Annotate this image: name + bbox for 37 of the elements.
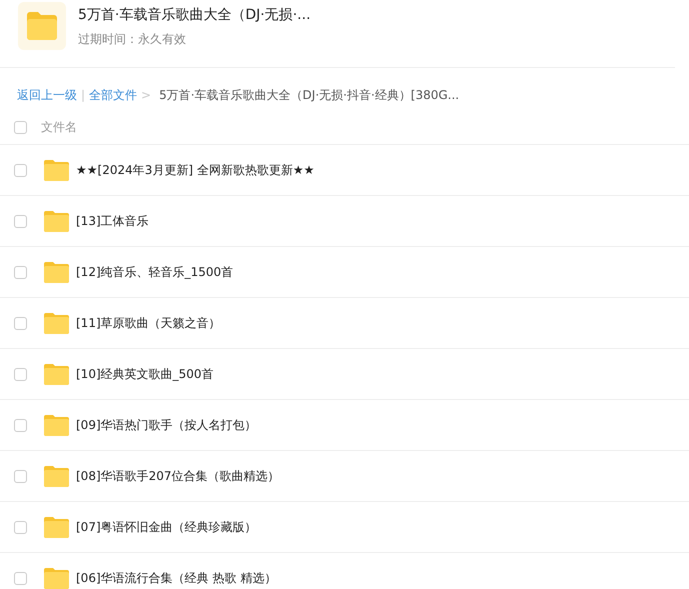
row-checkbox[interactable] [14, 316, 27, 330]
row-checkbox[interactable] [14, 418, 27, 432]
row-checkbox[interactable] [14, 266, 27, 278]
folder-name[interactable]: [09]华语热门歌手（按人名打包） [76, 416, 257, 434]
row-checkbox[interactable] [14, 572, 27, 584]
folder-name[interactable]: [10]经典英文歌曲_500首 [76, 365, 214, 383]
row-checkbox[interactable] [14, 470, 27, 482]
folder-icon [44, 261, 69, 283]
select-all-checkbox[interactable] [14, 120, 27, 134]
folder-icon [44, 414, 69, 436]
folder-icon [44, 465, 69, 487]
breadcrumb-arrow: > [141, 87, 152, 104]
row-checkbox[interactable] [14, 164, 27, 176]
current-folder-text: 5万首·车载音乐歌曲大全（DJ·无损·抖音·经典）[380G... [159, 87, 460, 104]
folder-icon [44, 159, 69, 181]
folder-name[interactable]: ★★[2024年3月更新] 全网新歌热歌更新★★ [76, 161, 314, 179]
share-title: 5万首·车载音乐歌曲大全（DJ·无损·... [78, 8, 311, 22]
separator-text: | [81, 87, 86, 104]
folder-icon [44, 210, 69, 232]
folder-name[interactable]: [07]粤语怀旧金曲（经典珍藏版） [76, 518, 257, 536]
folder-icon [44, 567, 69, 589]
folder-name[interactable]: [08]华语歌手207位合集（歌曲精选） [76, 467, 280, 485]
folder-name[interactable]: [13]工体音乐 [76, 212, 149, 230]
folder-name[interactable]: [06]华语流行合集（经典 热歌 精选） [76, 569, 276, 587]
row-checkbox[interactable] [14, 520, 27, 534]
all-files-link[interactable]: 全部文件 [89, 86, 138, 104]
expiry-text: 过期时间：永久有效 [78, 31, 187, 48]
back-link[interactable]: 返回上一级 [17, 86, 77, 104]
folder-icon [25, 11, 59, 41]
folder-name[interactable]: [11]草原歌曲（天籁之音） [76, 314, 221, 332]
row-checkbox[interactable] [14, 368, 27, 380]
folder-icon [44, 516, 69, 538]
folder-name[interactable]: [12]纯音乐、轻音乐_1500首 [76, 263, 234, 281]
column-header: 文件名 [41, 119, 77, 136]
folder-icon [44, 312, 69, 334]
row-checkbox[interactable] [14, 214, 27, 228]
folder-icon [44, 363, 69, 385]
